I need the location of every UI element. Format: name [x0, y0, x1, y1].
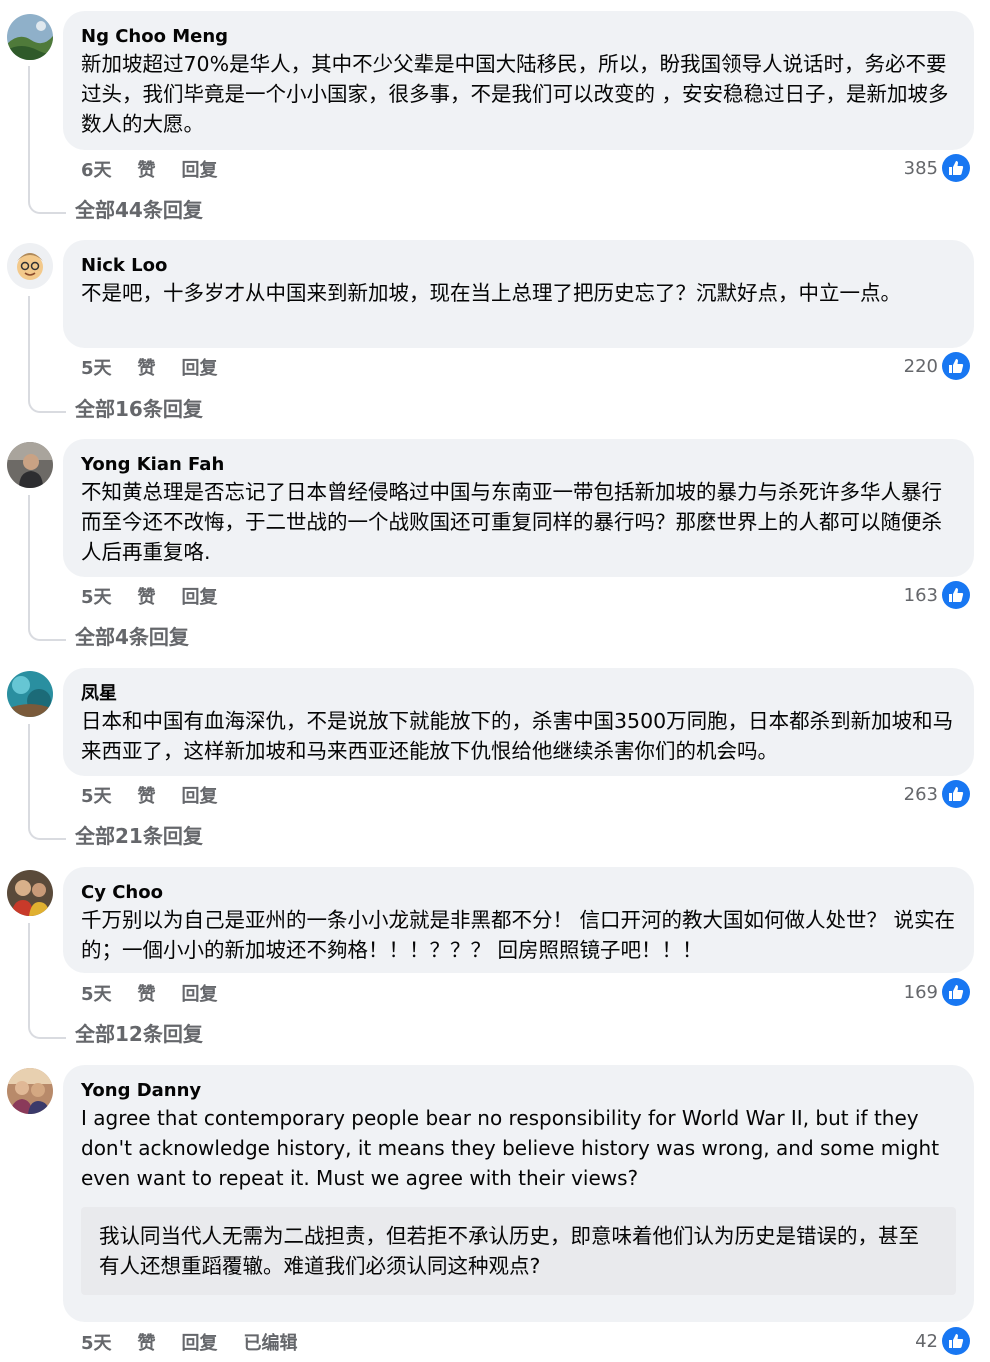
reply-button[interactable]: 回复: [182, 980, 218, 1006]
comment-text: 千万别以为自己是亚州的一条小小龙就是非黑都不分！ 信口开河的教大国如何做人处世？…: [81, 908, 956, 962]
comment-author[interactable]: Ng Choo Meng: [81, 25, 956, 49]
view-replies-link[interactable]: 全部4条回复: [75, 623, 189, 651]
reaction-count[interactable]: 42: [915, 1327, 970, 1355]
comment-actions: 5天 赞 回复: [81, 583, 244, 609]
comment-age[interactable]: 5天: [81, 1329, 112, 1355]
comment-actions: 5天 赞 回复: [81, 354, 244, 380]
comment-age[interactable]: 5天: [81, 980, 112, 1006]
avatar[interactable]: [7, 243, 53, 289]
comment-age[interactable]: 5天: [81, 354, 112, 380]
comment-author[interactable]: 凤星: [81, 682, 956, 706]
comment-text: I agree that contemporary people bear no…: [81, 1106, 946, 1190]
comment-age[interactable]: 5天: [81, 583, 112, 609]
reaction-count[interactable]: 385: [904, 154, 970, 182]
reply-thread-line: [28, 923, 66, 1039]
like-thumb-icon: [942, 581, 970, 609]
like-button[interactable]: 赞: [138, 583, 156, 609]
reply-thread-line: [28, 495, 66, 641]
comment-bubble: Nick Loo 不是吧，十多岁才从中国来到新加坡，现在当上总理了把历史忘了？沉…: [63, 240, 974, 348]
reply-button[interactable]: 回复: [182, 1329, 218, 1355]
reaction-count[interactable]: 169: [904, 978, 970, 1006]
like-count: 169: [903, 981, 938, 1003]
comment-age[interactable]: 5天: [81, 782, 112, 808]
like-count: 220: [903, 355, 938, 377]
reaction-count[interactable]: 263: [904, 780, 970, 808]
comment-bubble: Cy Choo 千万别以为自己是亚州的一条小小龙就是非黑都不分！ 信口开河的教大…: [63, 867, 974, 973]
like-thumb-icon: [942, 1327, 970, 1355]
like-thumb-icon: [942, 352, 970, 380]
comment-bubble: 凤星 日本和中国有血海深仇，不是说放下就能放下的，杀害中国3500万同胞，日本都…: [63, 668, 974, 776]
avatar[interactable]: [7, 442, 53, 488]
like-button[interactable]: 赞: [138, 1329, 156, 1355]
comment-bubble: Ng Choo Meng 新加坡超过70%是华人，其中不少父辈是中国大陆移民，所…: [63, 11, 974, 150]
reaction-count[interactable]: 220: [904, 352, 970, 380]
edited-label[interactable]: 已编辑: [244, 1329, 298, 1355]
reply-button[interactable]: 回复: [182, 156, 218, 182]
reply-thread-line: [28, 296, 66, 413]
reaction-count[interactable]: 163: [904, 581, 970, 609]
like-button[interactable]: 赞: [138, 782, 156, 808]
comment-author[interactable]: Yong Danny: [81, 1079, 956, 1103]
comment-text: 不是吧，十多岁才从中国来到新加坡，现在当上总理了把历史忘了？沉默好点，中立一点。: [81, 281, 901, 305]
comment-actions: 5天 赞 回复 已编辑: [81, 1329, 324, 1355]
comment-actions: 5天 赞 回复: [81, 980, 244, 1006]
comment-author[interactable]: Nick Loo: [81, 254, 956, 278]
like-thumb-icon: [942, 978, 970, 1006]
like-count: 385: [903, 157, 938, 179]
like-button[interactable]: 赞: [138, 354, 156, 380]
avatar[interactable]: [7, 14, 53, 60]
comment-actions: 6天 赞 回复: [81, 156, 244, 182]
reply-button[interactable]: 回复: [182, 583, 218, 609]
avatar[interactable]: [7, 870, 53, 916]
reply-button[interactable]: 回复: [182, 354, 218, 380]
like-count: 42: [915, 1330, 938, 1352]
reply-thread-line: [28, 66, 66, 214]
view-replies-link[interactable]: 全部12条回复: [75, 1020, 203, 1048]
comment-author[interactable]: Cy Choo: [81, 881, 956, 905]
like-button[interactable]: 赞: [138, 980, 156, 1006]
reply-button[interactable]: 回复: [182, 782, 218, 808]
comment-translation: 我认同当代人无需为二战担责，但若拒不承认历史，即意味着他们认为历史是错误的，甚至…: [81, 1207, 956, 1295]
comment-author[interactable]: Yong Kian Fah: [81, 453, 956, 477]
view-replies-link[interactable]: 全部16条回复: [75, 395, 203, 423]
avatar[interactable]: [7, 1068, 53, 1114]
comment-text: 不知黄总理是否忘记了日本曾经侵略过中国与东南亚一带包括新加坡的暴力与杀死许多华人…: [81, 480, 942, 564]
like-count: 263: [903, 783, 938, 805]
like-count: 163: [903, 584, 938, 606]
comment-text: 新加坡超过70%是华人，其中不少父辈是中国大陆移民，所以，盼我国领导人说话时，务…: [81, 52, 949, 136]
like-thumb-icon: [942, 154, 970, 182]
like-thumb-icon: [942, 780, 970, 808]
like-button[interactable]: 赞: [138, 156, 156, 182]
comment-text: 日本和中国有血海深仇，不是说放下就能放下的，杀害中国3500万同胞，日本都杀到新…: [81, 709, 954, 763]
avatar[interactable]: [7, 671, 53, 717]
view-replies-link[interactable]: 全部21条回复: [75, 822, 203, 850]
comment-actions: 5天 赞 回复: [81, 782, 244, 808]
comment-bubble: Yong Kian Fah 不知黄总理是否忘记了日本曾经侵略过中国与东南亚一带包…: [63, 439, 974, 577]
comment-bubble: Yong Danny I agree that contemporary peo…: [63, 1065, 974, 1322]
comment-age[interactable]: 6天: [81, 156, 112, 182]
reply-thread-line: [28, 724, 66, 840]
view-replies-link[interactable]: 全部44条回复: [75, 196, 203, 224]
